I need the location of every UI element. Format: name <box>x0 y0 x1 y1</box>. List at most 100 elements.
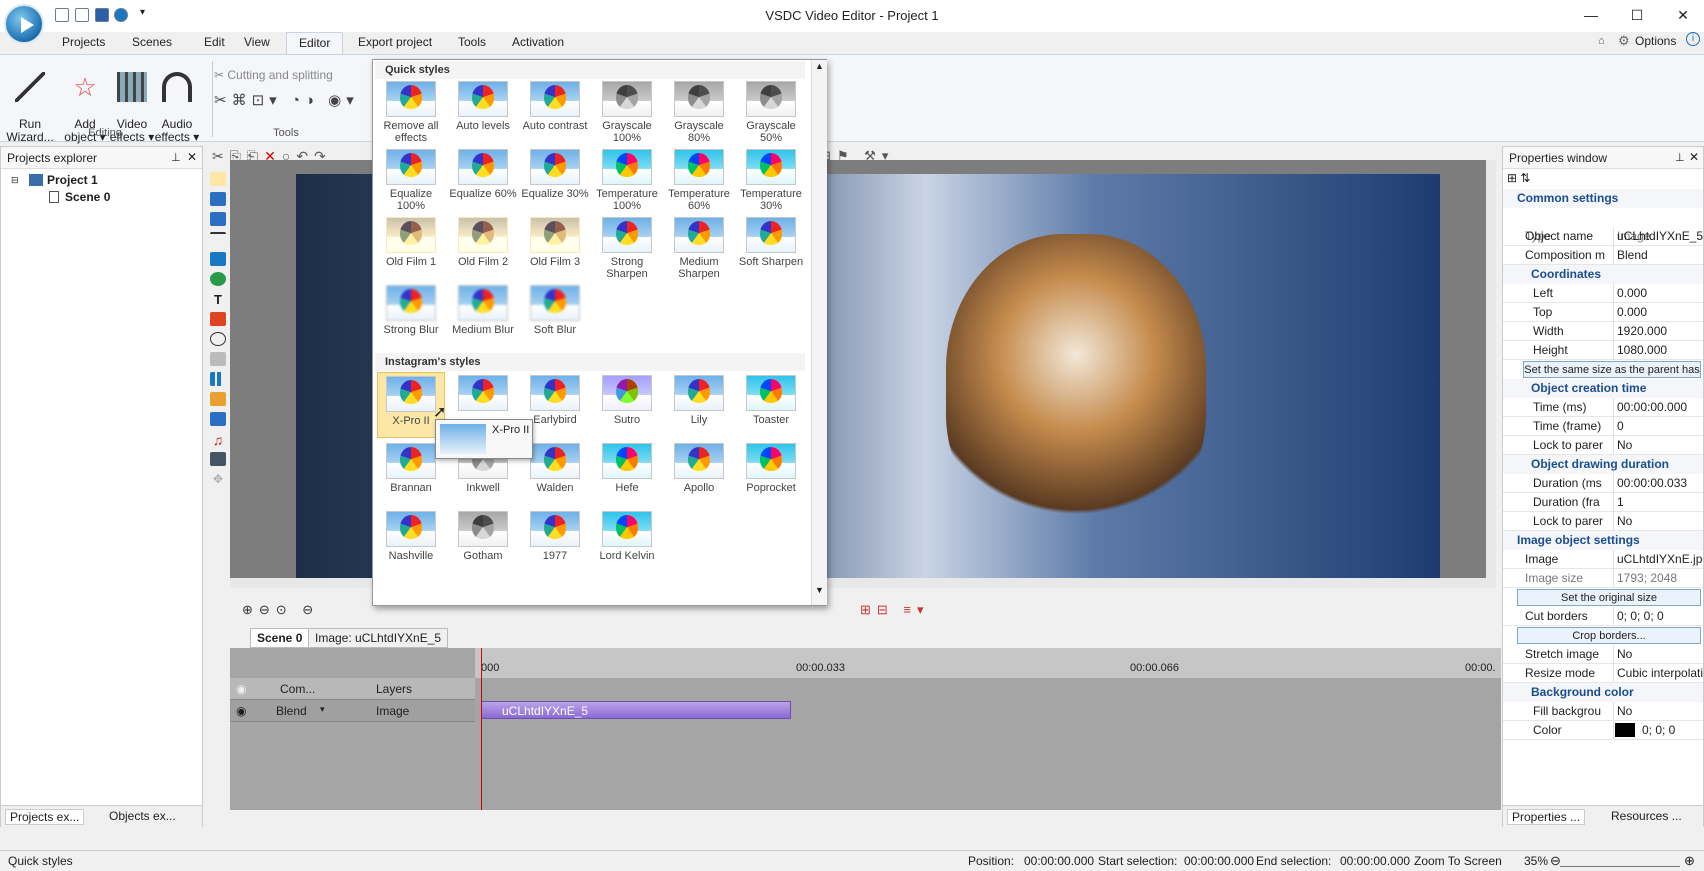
timeline-clip[interactable]: uCLhtdIYXnE_5 <box>481 701 791 719</box>
quick-style-item[interactable]: Old Film 3 <box>521 214 589 280</box>
timeline-align-icons[interactable]: ⊞⊟ ≡▾ <box>860 602 930 618</box>
instagram-style-item[interactable]: 1977 <box>521 508 589 574</box>
blend-dropdown-icon[interactable]: ▾ <box>320 704 325 715</box>
prop-cut-borders[interactable]: Cut borders 0; 0; 0; 0 <box>1503 607 1703 626</box>
same-size-button[interactable]: Set the same size as the parent has <box>1523 361 1701 378</box>
instagram-style-item[interactable]: Gotham <box>449 508 517 574</box>
line-tool-icon[interactable] <box>210 232 226 246</box>
zoom-out-icon[interactable]: ⊖ <box>1550 851 1561 871</box>
quick-style-item[interactable]: Remove all effects <box>377 78 445 144</box>
maximize-button[interactable]: ☐ <box>1614 0 1660 30</box>
image-tool-icon[interactable] <box>210 412 226 426</box>
scroll-down-icon[interactable]: ▼ <box>812 585 827 595</box>
prop-time-frame[interactable]: Time (frame) 0 <box>1503 417 1703 436</box>
quick-style-item[interactable]: Grayscale 80% <box>665 78 733 144</box>
prop-time-ms[interactable]: Time (ms) 00:00:00.000 <box>1503 398 1703 417</box>
pointer-tool-icon[interactable] <box>210 172 226 186</box>
canvas-v-scrollbar[interactable] <box>1486 160 1496 578</box>
text-tool-icon[interactable]: T <box>210 292 226 307</box>
prop-stretch[interactable]: Stretch image No <box>1503 645 1703 664</box>
video-tool-icon[interactable] <box>210 452 226 466</box>
menu-tools[interactable]: Tools <box>446 32 498 54</box>
prop-image[interactable]: Image uCLhtdIYXnE.jpg; <box>1503 550 1703 569</box>
prop-lock-parent-1[interactable]: Lock to parer No <box>1503 436 1703 455</box>
menu-scenes[interactable]: Scenes <box>120 32 184 54</box>
playhead[interactable] <box>481 648 482 826</box>
tab-image[interactable]: Image: uCLhtdIYXnE_5 <box>308 628 449 648</box>
audio-effects-button[interactable]: Audio effects ▾ <box>152 59 202 144</box>
animation-tool-icon[interactable] <box>210 392 226 406</box>
run-wizard-button[interactable]: Run Wizard... <box>4 59 56 144</box>
quick-style-item[interactable]: Medium Blur <box>449 282 517 348</box>
quick-style-item[interactable]: Auto levels <box>449 78 517 144</box>
quick-style-item[interactable]: Old Film 1 <box>377 214 445 280</box>
time-ruler[interactable]: 000 00:00.033 00:00.066 00:00. <box>475 648 1501 678</box>
speech-bubble-icon[interactable] <box>210 332 226 346</box>
prop-duration-ms[interactable]: Duration (ms 00:00:00.033 <box>1503 474 1703 493</box>
zoom-icons[interactable]: ⊕⊖⊙ ⊖ <box>242 602 319 618</box>
zoom-slider[interactable] <box>1560 855 1680 867</box>
prop-duration-frame[interactable]: Duration (fra 1 <box>1503 493 1703 512</box>
cutting-button[interactable]: ✂ Cutting and splitting <box>214 68 333 82</box>
dropdown-scrollbar[interactable]: ▲ ▼ <box>811 60 827 605</box>
tab-objects-explorer[interactable]: Objects ex... <box>105 809 180 823</box>
quick-style-item[interactable]: Equalize 60% <box>449 146 517 212</box>
quick-style-item[interactable]: Grayscale 50% <box>737 78 805 144</box>
menu-activation[interactable]: Activation <box>500 32 576 54</box>
move-tool-icon[interactable]: ✥ <box>210 472 226 486</box>
crop-borders-button[interactable]: Crop borders... <box>1517 627 1701 644</box>
tab-properties[interactable]: Properties ... <box>1507 809 1586 825</box>
help-icon[interactable]: i <box>1686 32 1700 46</box>
quick-style-item[interactable]: Medium Sharpen <box>665 214 733 280</box>
quick-style-item[interactable]: Grayscale 100% <box>593 78 661 144</box>
free-shape-icon[interactable] <box>210 352 226 366</box>
scroll-up-icon[interactable]: ▲ <box>812 61 827 71</box>
instagram-style-item[interactable]: Toaster <box>737 372 805 438</box>
quick-style-item[interactable]: Auto contrast <box>521 78 589 144</box>
layer-icon[interactable] <box>210 192 226 206</box>
menu-projects[interactable]: Projects <box>50 32 117 54</box>
quick-style-item[interactable]: Soft Blur <box>521 282 589 348</box>
instagram-style-item[interactable]: Sutro <box>593 372 661 438</box>
prop-left[interactable]: Left 0.000 <box>1503 284 1703 303</box>
subtitle-tool-icon[interactable] <box>210 312 226 326</box>
quick-style-item[interactable]: Temperature 60% <box>665 146 733 212</box>
menu-view[interactable]: View <box>232 32 282 54</box>
prop-top[interactable]: Top 0.000 <box>1503 303 1703 322</box>
tools-icons[interactable]: ✂⌘⊡▾ ◔◑ ◉▾ <box>214 91 359 109</box>
gear-icon[interactable]: ⚙ <box>1618 33 1630 49</box>
collapse-ribbon-icon[interactable]: ⌂ <box>1598 35 1605 47</box>
tree-collapse-icon[interactable]: ⊟ <box>11 175 19 186</box>
prop-color[interactable]: Color 0; 0; 0 <box>1503 721 1703 740</box>
quick-style-item[interactable]: Strong Blur <box>377 282 445 348</box>
prop-fill-background[interactable]: Fill backgrou No <box>1503 702 1703 721</box>
prop-object-name[interactable]: Object name uCLhtdIYXnE_5 <box>1503 227 1703 246</box>
chart-tool-icon[interactable] <box>210 372 226 386</box>
tab-projects-explorer[interactable]: Projects ex... <box>5 809 85 825</box>
zoom-in-icon[interactable]: ⊕ <box>1684 851 1695 871</box>
menu-editor[interactable]: Editor <box>286 32 344 54</box>
instagram-style-item[interactable]: Lily <box>665 372 733 438</box>
color-swatch[interactable] <box>1615 723 1635 737</box>
prop-composition[interactable]: Composition m Blend <box>1503 246 1703 265</box>
ellipse-tool-icon[interactable] <box>210 272 226 286</box>
instagram-style-item[interactable]: Nashville <box>377 508 445 574</box>
blend-select[interactable]: Blend <box>276 704 307 718</box>
instagram-style-item[interactable]: Poprocket <box>737 440 805 506</box>
zoom-to-screen[interactable]: Zoom To Screen <box>1414 851 1502 871</box>
quick-style-item[interactable]: Equalize 100% <box>377 146 445 212</box>
quick-style-item[interactable]: Equalize 30% <box>521 146 589 212</box>
quick-style-item[interactable]: Soft Sharpen <box>737 214 805 280</box>
tree-project[interactable]: Project 1 <box>47 173 98 187</box>
quick-style-item[interactable]: Temperature 100% <box>593 146 661 212</box>
close-button[interactable]: ✕ <box>1660 0 1704 30</box>
prop-resize-mode[interactable]: Resize mode Cubic interpolatic <box>1503 664 1703 683</box>
music-note-icon[interactable]: ♫ <box>210 432 226 448</box>
eye-icon[interactable]: ◉ <box>236 682 246 696</box>
prop-lock-parent-2[interactable]: Lock to parer No <box>1503 512 1703 531</box>
layers-icon[interactable] <box>210 212 226 226</box>
original-size-button[interactable]: Set the original size <box>1517 589 1701 606</box>
menu-edit[interactable]: Edit <box>192 32 237 54</box>
minimize-button[interactable]: — <box>1568 0 1614 30</box>
track-row[interactable]: ◉ Blend ▾ Image <box>230 700 475 722</box>
